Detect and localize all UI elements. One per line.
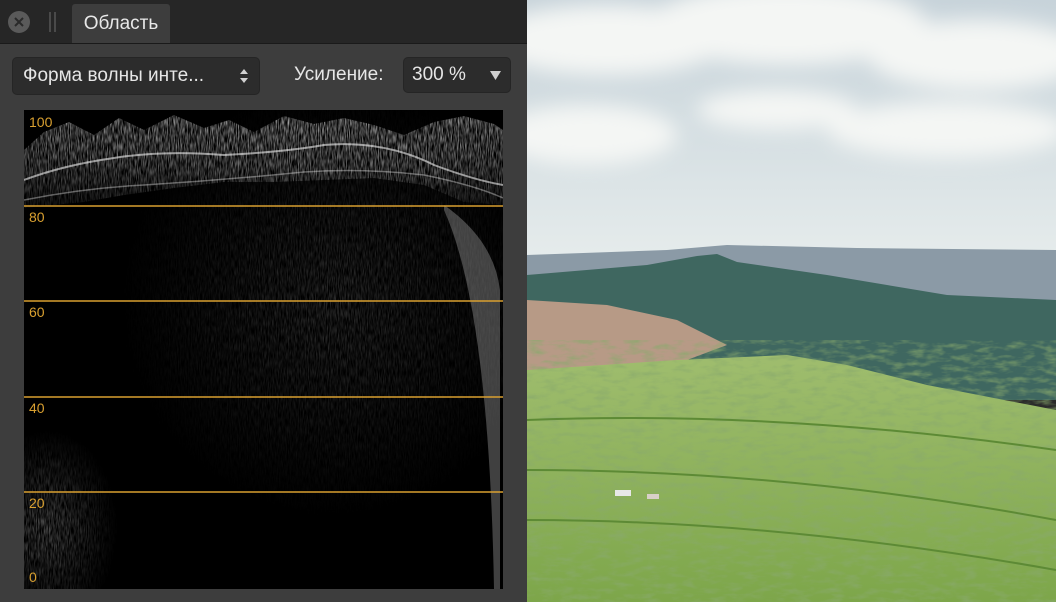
landscape-photo — [527, 0, 1056, 602]
tick-label-0: 0 — [29, 569, 37, 585]
caret-down-icon — [490, 71, 501, 80]
waveform-trace — [24, 110, 503, 589]
waveform-scope: 100 80 60 40 20 0 — [24, 110, 503, 589]
scope-mode-value: Форма волны инте... — [23, 65, 205, 86]
tab-scope[interactable]: Область — [72, 4, 170, 43]
tick-label-20: 20 — [29, 495, 45, 511]
tick-label-100: 100 — [29, 114, 53, 130]
updown-arrows-icon — [240, 69, 248, 83]
scopes-panel: Область Форма волны инте... Усиление: 30… — [0, 0, 527, 602]
tick-label-80: 80 — [29, 209, 45, 225]
tab-label: Область — [83, 12, 159, 34]
tick-label-40: 40 — [29, 400, 45, 416]
document-canvas-image[interactable] — [527, 0, 1056, 602]
gain-select[interactable]: 300 % — [403, 57, 511, 93]
scope-mode-select[interactable]: Форма волны инте... — [12, 57, 260, 95]
gain-value: 300 % — [412, 64, 466, 85]
tick-label-60: 60 — [29, 304, 45, 320]
close-icon[interactable] — [8, 11, 30, 33]
drag-handle-icon[interactable] — [48, 12, 58, 32]
gain-label: Усиление: — [294, 64, 384, 85]
panel-tab-bar: Область — [0, 0, 527, 44]
